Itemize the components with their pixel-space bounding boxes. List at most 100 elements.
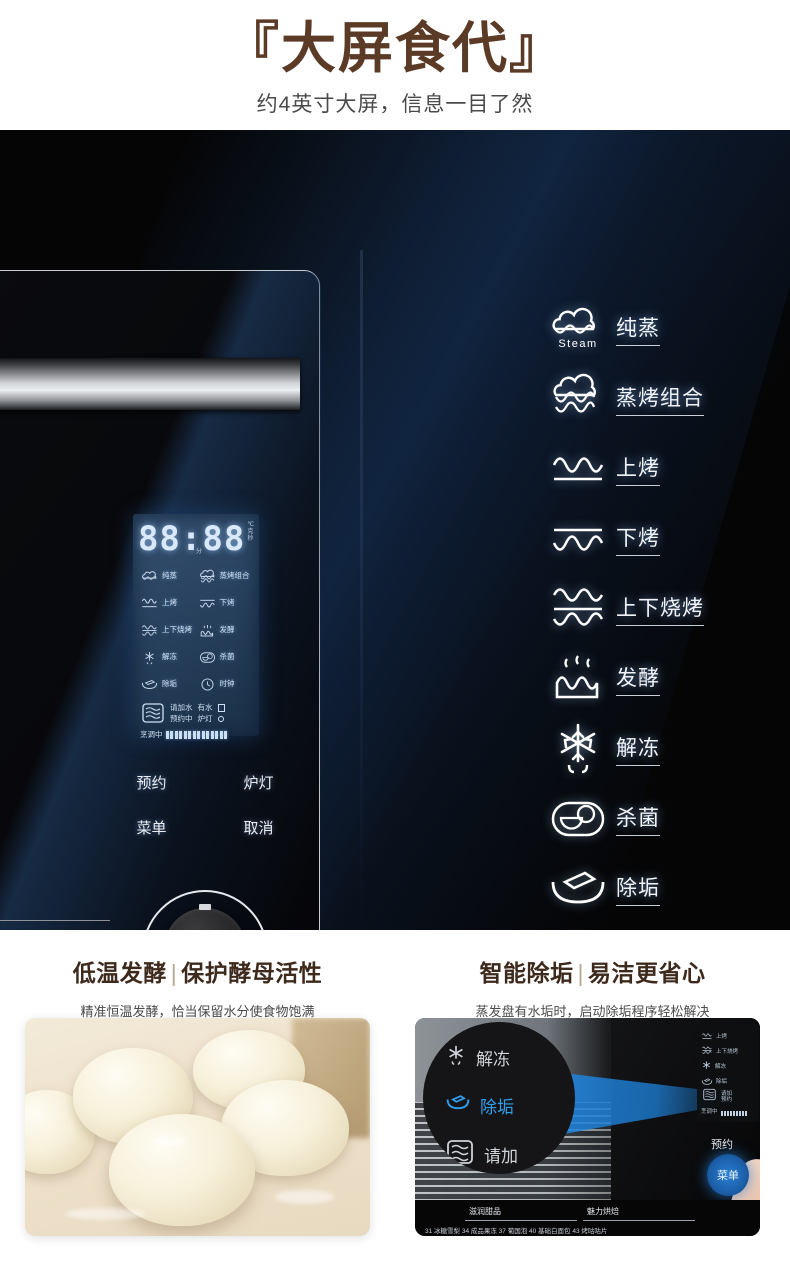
magnifier-row: 解冻: [423, 1044, 575, 1071]
mode-item-descale: 除垢: [540, 854, 780, 924]
mode-item-top-bottom-heat: 上下烧烤: [540, 574, 780, 644]
mini-panel-label: 除垢: [716, 1078, 728, 1085]
dough-photo: [25, 1018, 370, 1236]
mode-label: 除垢: [616, 872, 660, 906]
page-header: 『大屏食代』 约4英寸大屏，信息一目了然: [0, 0, 790, 130]
category-label-baking: 魅力烘焙: [587, 1207, 619, 1216]
lcd-units: ℃ 克 秒: [247, 522, 254, 543]
mini-panel-label: 解冻: [715, 1063, 727, 1070]
mode-item-ferment: 发酵: [540, 644, 780, 714]
status-oven-lamp: 炉灯: [197, 714, 213, 723]
hero-seam-line: [360, 250, 363, 930]
recipe-divider: [0, 920, 110, 921]
category-label-dessert: 滋润甜品: [469, 1207, 501, 1216]
lcd-status-texts: 请加水 有水 预约中 炉灯: [170, 702, 225, 724]
category-bar: 滋润甜品 魅力烘焙 31 冰糖雪梨 34 成品果冻 37 葡国泡 40 基础白面…: [415, 1200, 760, 1236]
flour-dust: [275, 1190, 335, 1204]
button-cancel[interactable]: 取消: [227, 817, 290, 838]
flour-dust: [65, 1208, 145, 1220]
feature-title: 低温发酵 | 保护酵母活性: [0, 954, 395, 988]
lcd-mode-label: 下烤: [219, 598, 235, 608]
lcd-mode-cell: 下烤: [198, 591, 253, 616]
product-detail-page: 『大屏食代』 约4英寸大屏，信息一目了然 88:88 ℃ 克 秒 分 纯蒸 蒸烤…: [0, 0, 790, 1280]
lcd-mode-label: 除垢: [162, 679, 177, 689]
category-underline: [583, 1220, 695, 1221]
ferment-icon: [198, 623, 217, 638]
lcd-digits-value: 88:88: [137, 519, 246, 559]
lcd-mode-cell: 上烤: [140, 591, 195, 616]
lcd-unit-gram: 克: [247, 529, 254, 535]
ferment-icon: [540, 653, 616, 705]
lamp-icon: [217, 715, 224, 722]
lcd-mode-cell: 发酵: [198, 618, 253, 643]
steam-cloud-icon: Steam: [540, 305, 616, 353]
page-title: 『大屏食代』: [223, 17, 566, 79]
status-scheduled: 预约中: [170, 714, 193, 723]
mode-item-top-heat: 上烤: [540, 434, 780, 504]
category-recipe-line: 31 冰糖雪梨 34 成品果冻 37 葡国泡 40 基础白面包 43 烤咕咕片: [425, 1228, 608, 1235]
descale-icon: [540, 868, 616, 910]
magnifier-label-descale: 除垢: [480, 1098, 514, 1117]
magnifier-label-add-water: 请加: [484, 1147, 518, 1166]
feature-ferment: 低温发酵 | 保护酵母活性 精准恒温发酵，恰当保留水分使食物饱满: [0, 930, 395, 1020]
progress-bars: [165, 730, 227, 739]
category-underline: [465, 1220, 577, 1221]
lcd-status-row-2: 预约中 炉灯: [170, 713, 225, 724]
button-menu[interactable]: 菜单: [120, 817, 183, 838]
flour-dust: [153, 1136, 187, 1146]
sterilize-icon: [198, 650, 217, 665]
status-cooking: 烹调中: [140, 730, 163, 739]
snowflake-icon: [540, 721, 616, 777]
page-subtitle: 约4英寸大屏，信息一目了然: [256, 93, 534, 116]
steam-grill-icon: [198, 569, 217, 584]
sterilize-icon: [540, 796, 616, 842]
mini-lcd-panel: 上烤 上下烧烤 解冻 除垢 请加 预约 烹调中: [697, 1024, 759, 1122]
feature-title-a: 低温发酵: [72, 960, 167, 986]
mode-label: 杀菌: [616, 802, 660, 836]
lcd-mode-cell: 蒸烤组合: [198, 564, 253, 589]
top-heat-icon: [140, 596, 159, 611]
lcd-mode-label: 蒸烤组合: [219, 571, 250, 581]
lcd-unit-second: 秒: [247, 536, 254, 542]
mode-label: 上烤: [616, 452, 660, 486]
mode-item-sterilize: 杀菌: [540, 784, 780, 854]
lcd-mode-cell: 上下烧烤: [140, 618, 195, 643]
feature-title-a: 智能除垢: [479, 960, 574, 986]
lcd-mode-label: 杀菌: [219, 652, 235, 662]
lcd-mode-label: 发酵: [219, 625, 235, 635]
mode-label: 发酵: [616, 662, 660, 696]
status-add-water: 请加水: [170, 703, 193, 712]
button-schedule[interactable]: 预约: [120, 772, 183, 793]
lcd-mode-label: 解冻: [162, 652, 177, 662]
feature-descale: 智能除垢 | 易洁更省心 蒸发盘有水垢时，启动除垢程序轻松解决: [395, 930, 790, 1020]
button-oven-lamp[interactable]: 炉灯: [227, 772, 290, 793]
descale-icon: [140, 677, 159, 692]
lcd-mode-label: 上烤: [162, 598, 177, 608]
oven-handle[interactable]: [0, 358, 300, 410]
photo-menu-button[interactable]: 菜单: [707, 1154, 749, 1196]
knob-indicator: [199, 904, 211, 910]
mini-panel-label: 上烤: [716, 1033, 728, 1040]
mini-panel-status: 请加 预约: [701, 1088, 755, 1104]
mode-label: 纯蒸: [616, 312, 660, 346]
steam-grill-icon: [540, 373, 616, 425]
touch-button-group: 预约 炉灯 菜单 取消: [120, 772, 290, 838]
lcd-mode-label: 时钟: [219, 679, 235, 689]
mode-item-bottom-heat: 下烤: [540, 504, 780, 574]
snowflake-icon: [445, 1044, 467, 1071]
mode-item-steam-grill: 蒸烤组合: [540, 364, 780, 434]
mini-status-scheduled: 预约: [721, 1096, 733, 1103]
recipe-list-strip: 3 42 烤吐司片 蛋糕 43 葡国蛋挞 包片 44 香脆披萨: [0, 920, 110, 930]
water-tank-icon: [140, 700, 166, 726]
lcd-mode-label: 上下烧烤: [162, 625, 192, 635]
feature-title-b: 保护酵母活性: [181, 960, 323, 986]
descale-photo: 解冻 除垢 请加 上烤 上下烧烤 解冻 除垢 请加 预约 烹调中 预约 菜单 滋…: [415, 1018, 760, 1236]
descale-icon: [445, 1094, 471, 1117]
steam-cloud-icon: [140, 569, 159, 584]
top-bottom-heat-icon: [540, 583, 616, 635]
lcd-status-row-1: 请加水 有水: [170, 702, 225, 713]
lcd-mode-cell: 时钟: [198, 672, 253, 697]
snowflake-icon: [140, 650, 159, 665]
mini-status-texts: 请加 预约: [721, 1091, 732, 1103]
lcd-mode-cell: 解冻: [140, 645, 195, 670]
